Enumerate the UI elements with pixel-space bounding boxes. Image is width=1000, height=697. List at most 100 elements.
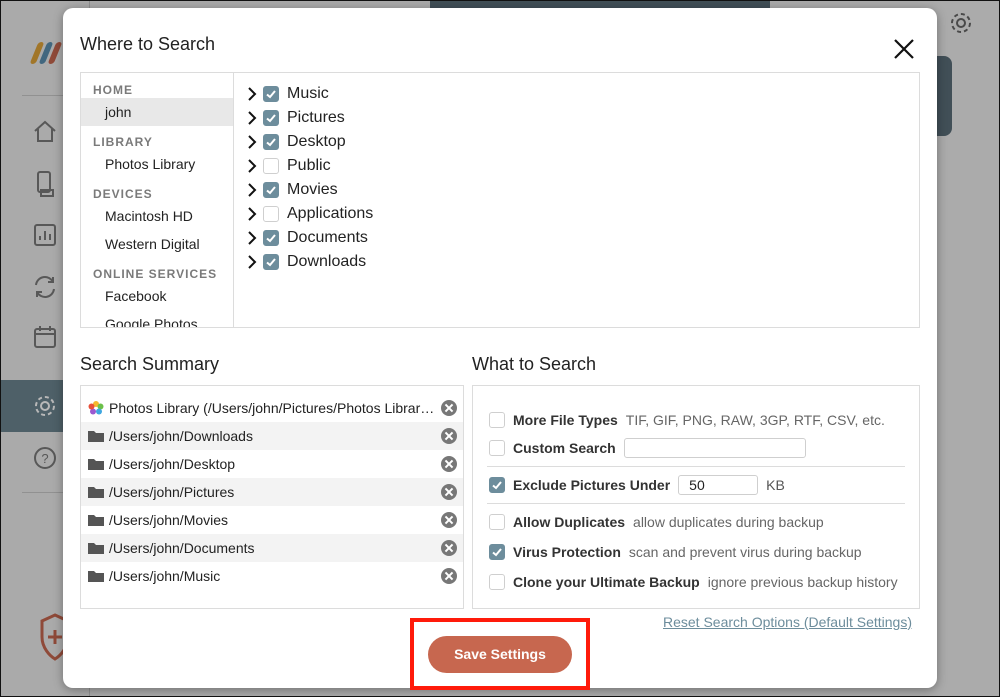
remove-icon[interactable] — [441, 484, 457, 500]
allow-duplicates-label: Allow Duplicates — [513, 514, 626, 530]
options-divider — [487, 503, 905, 504]
chevron-right-icon[interactable] — [245, 110, 259, 126]
folder-checkbox[interactable] — [263, 134, 279, 150]
folder-icon — [88, 487, 104, 498]
folder-checkbox[interactable] — [263, 158, 279, 174]
more-file-types-label: More File Types — [513, 412, 618, 428]
folder-row: Documents — [245, 227, 368, 249]
folder-label: Music — [287, 85, 329, 102]
allow-duplicates-checkbox[interactable] — [489, 514, 505, 530]
location-list: HOME john LIBRARY Photos Library DEVICES… — [81, 73, 234, 327]
option-more-file-types: More File Types TIF, GIF, PNG, RAW, 3GP,… — [489, 410, 885, 430]
allow-duplicates-desc: allow duplicates during backup — [633, 514, 824, 530]
clone-backup-checkbox[interactable] — [489, 574, 505, 590]
summary-row: /Users/john/Desktop — [81, 450, 463, 478]
summary-row: Photos Library (/Users/john/Pictures/Pho… — [81, 394, 463, 422]
location-item-photos-library[interactable]: Photos Library — [81, 150, 233, 178]
exclude-size-unit: KB — [766, 477, 785, 493]
folder-icon — [88, 571, 104, 582]
option-virus-protection: Virus Protection scan and prevent virus … — [489, 542, 862, 562]
location-item-western-digital[interactable]: Western Digital — [81, 230, 233, 258]
folder-row: Music — [245, 83, 329, 105]
folder-row: Desktop — [245, 131, 346, 153]
summary-path: /Users/john/Documents — [109, 540, 255, 556]
folder-label: Pictures — [287, 109, 345, 126]
folder-checkbox[interactable] — [263, 110, 279, 126]
photos-icon — [88, 401, 104, 415]
location-item-facebook[interactable]: Facebook — [81, 282, 233, 310]
modal-title: Where to Search — [80, 34, 216, 54]
summary-path: /Users/john/Desktop — [109, 456, 236, 472]
summary-row: /Users/john/Documents — [81, 534, 463, 562]
custom-search-input[interactable] — [623, 438, 806, 458]
folder-checkbox[interactable] — [263, 230, 279, 246]
location-group-header: HOME — [93, 83, 133, 97]
folder-row: Downloads — [245, 251, 366, 273]
folder-checkbox[interactable] — [263, 254, 279, 270]
summary-row: /Users/john/Pictures — [81, 478, 463, 506]
folder-label: Documents — [287, 229, 368, 246]
folder-label: Desktop — [287, 133, 346, 150]
folder-checkbox[interactable] — [263, 86, 279, 102]
custom-search-label: Custom Search — [513, 440, 616, 456]
option-allow-duplicates: Allow Duplicates allow duplicates during… — [489, 512, 824, 532]
summary-path: /Users/john/Music — [109, 568, 221, 584]
location-group-header: ONLINE SERVICES — [93, 267, 218, 281]
remove-icon[interactable] — [441, 400, 457, 416]
remove-icon[interactable] — [441, 568, 457, 584]
custom-search-checkbox[interactable] — [489, 440, 505, 456]
options-divider — [487, 466, 905, 467]
virus-protection-label: Virus Protection — [513, 544, 621, 560]
chevron-right-icon[interactable] — [245, 230, 259, 246]
folder-label: Movies — [287, 181, 338, 198]
more-file-types-checkbox[interactable] — [489, 412, 505, 428]
summary-path: /Users/john/Downloads — [109, 428, 253, 444]
folder-checkbox[interactable] — [263, 182, 279, 198]
chevron-right-icon[interactable] — [245, 86, 259, 102]
search-summary-list: Photos Library (/Users/john/Pictures/Pho… — [80, 385, 464, 609]
where-panel: HOME john LIBRARY Photos Library DEVICES… — [80, 72, 920, 328]
reset-search-options-link[interactable]: Reset Search Options (Default Settings) — [663, 614, 912, 630]
close-icon[interactable] — [891, 36, 917, 62]
exclude-pictures-checkbox[interactable] — [489, 477, 505, 493]
remove-icon[interactable] — [441, 540, 457, 556]
search-summary-title: Search Summary — [80, 354, 220, 374]
folder-row: Movies — [245, 179, 338, 201]
folder-label: Public — [287, 157, 331, 174]
folder-label: Applications — [287, 205, 374, 222]
location-item-google-photos[interactable]: Google Photos — [81, 310, 233, 327]
summary-path: Photos Library (/Users/john/Pictures/Pho… — [109, 400, 437, 416]
virus-protection-desc: scan and prevent virus during backup — [628, 544, 862, 560]
chevron-right-icon[interactable] — [245, 206, 259, 222]
option-custom-search: Custom Search — [489, 438, 806, 458]
summary-row: /Users/john/Movies — [81, 506, 463, 534]
folder-icon — [88, 543, 104, 554]
location-item-john[interactable]: john — [81, 98, 233, 126]
remove-icon[interactable] — [441, 428, 457, 444]
remove-icon[interactable] — [441, 512, 457, 528]
location-item-macintosh-hd[interactable]: Macintosh HD — [81, 202, 233, 230]
option-exclude-pictures: Exclude Pictures Under KB — [489, 475, 785, 495]
chevron-right-icon[interactable] — [245, 158, 259, 174]
folder-icon — [88, 515, 104, 526]
what-to-search-title: What to Search — [472, 354, 597, 374]
summary-path: /Users/john/Movies — [109, 512, 229, 528]
clone-backup-desc: ignore previous backup history — [707, 574, 898, 590]
folder-label: Downloads — [287, 253, 367, 270]
clone-backup-label: Clone your Ultimate Backup — [513, 574, 700, 590]
remove-icon[interactable] — [441, 456, 457, 472]
virus-protection-checkbox[interactable] — [489, 544, 505, 560]
chevron-right-icon[interactable] — [245, 134, 259, 150]
summary-path: /Users/john/Pictures — [109, 484, 235, 500]
folder-row: Pictures — [245, 107, 345, 129]
exclude-size-input[interactable] — [678, 475, 759, 495]
folder-icon — [88, 459, 104, 470]
location-group-header: LIBRARY — [93, 135, 153, 149]
folder-row: Applications — [245, 203, 373, 225]
location-group-header: DEVICES — [93, 187, 153, 201]
save-settings-button[interactable]: Save Settings — [428, 636, 572, 673]
chevron-right-icon[interactable] — [245, 182, 259, 198]
chevron-right-icon[interactable] — [245, 254, 259, 270]
what-to-search-panel: More File Types TIF, GIF, PNG, RAW, 3GP,… — [472, 385, 920, 609]
folder-checkbox[interactable] — [263, 206, 279, 222]
